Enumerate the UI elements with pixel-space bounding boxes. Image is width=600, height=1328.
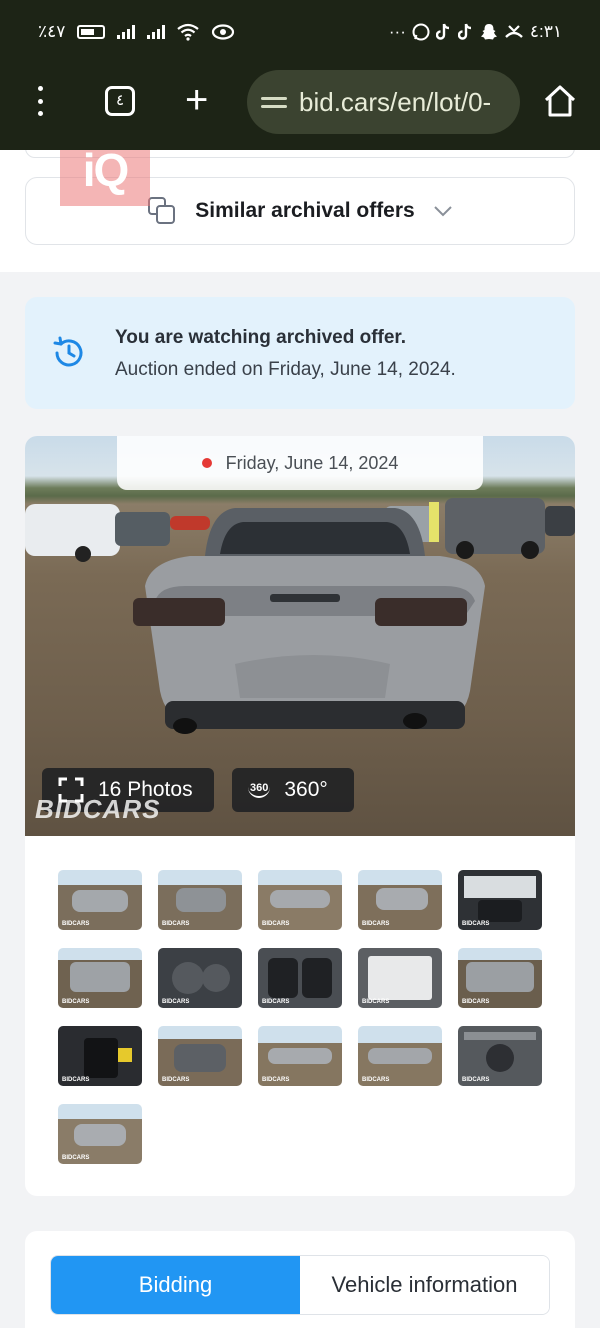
- thumbnail-watermark: BIDCARS: [62, 1077, 90, 1083]
- thumbnail[interactable]: BIDCARS: [458, 948, 542, 1008]
- status-bar: ٪٤٧ ··· ٤:٣١: [0, 0, 600, 68]
- new-tab-icon[interactable]: +: [185, 80, 208, 120]
- snapchat-icon: [480, 24, 497, 40]
- bidcars-watermark: BIDCARS: [35, 794, 161, 824]
- menu-icon[interactable]: [34, 86, 46, 116]
- status-dot: [201, 458, 212, 468]
- archived-offer-notice: You are watching archived offer. Auction…: [25, 297, 575, 409]
- thumbnail[interactable]: BIDCARS: [458, 1026, 542, 1086]
- thumbnail-watermark: BIDCARS: [162, 1077, 190, 1083]
- more-notifications-icon: ···: [388, 22, 406, 41]
- signal-icon: [117, 25, 136, 39]
- history-icon: [53, 336, 83, 367]
- view-360-icon: 360: [248, 782, 271, 798]
- home-icon[interactable]: [543, 84, 577, 118]
- thumbnail[interactable]: BIDCARS: [358, 1026, 442, 1086]
- missed-call-icon: [505, 25, 523, 38]
- main-photo[interactable]: Friday, June 14, 2024 16 Photos 360 360°…: [25, 436, 575, 836]
- thumbnail-watermark: BIDCARS: [262, 921, 290, 927]
- thumbnail[interactable]: BIDCARS: [158, 948, 242, 1008]
- thumbnail-watermark: BIDCARS: [162, 921, 190, 927]
- thumbnail[interactable]: BIDCARS: [158, 1026, 242, 1086]
- thumbnail-watermark: BIDCARS: [162, 999, 190, 1005]
- clock: ٤:٣١: [529, 22, 562, 41]
- thumbnail-watermark: BIDCARS: [262, 999, 290, 1005]
- thumbnail-watermark: BIDCARS: [462, 921, 490, 927]
- thumbnail-watermark: BIDCARS: [62, 999, 90, 1005]
- site-settings-icon[interactable]: [261, 96, 287, 108]
- battery-icon: [77, 25, 106, 39]
- thumbnail-watermark: BIDCARS: [62, 1155, 90, 1161]
- status-right: ··· ٤:٣١: [389, 22, 562, 42]
- battery-percent: ٪٤٧: [38, 22, 66, 41]
- copy-icon: [148, 197, 176, 224]
- thumbnail-watermark: BIDCARS: [462, 999, 490, 1005]
- tab-switcher-button[interactable]: ٤: [105, 86, 135, 116]
- address-bar[interactable]: bid.cars/en/lot/0-: [247, 70, 520, 134]
- thumbnail-watermark: BIDCARS: [462, 1077, 490, 1083]
- view-360-label: 360°: [284, 778, 328, 801]
- thumbnail-watermark: BIDCARS: [362, 921, 390, 927]
- iq-watermark-logo: iQ: [60, 150, 150, 206]
- wifi-icon: [177, 23, 200, 41]
- thumbnail[interactable]: BIDCARS: [358, 948, 442, 1008]
- similar-section: Similar archival offers iQ: [0, 150, 600, 272]
- thumbnail[interactable]: BIDCARS: [358, 870, 442, 930]
- thumbnail-watermark: BIDCARS: [362, 999, 390, 1005]
- auction-date: Friday, June 14, 2024: [225, 452, 399, 473]
- view-360-button[interactable]: 360 360°: [232, 768, 354, 812]
- thumbnail-watermark: BIDCARS: [62, 921, 90, 927]
- thumbnail[interactable]: BIDCARS: [58, 870, 142, 930]
- thumbnail[interactable]: BIDCARS: [58, 948, 142, 1008]
- notice-subtitle: Auction ended on Friday, June 14, 2024.: [115, 359, 456, 380]
- thumbnail[interactable]: BIDCARS: [158, 870, 242, 930]
- tab-vehicle-information[interactable]: Vehicle information: [300, 1256, 549, 1314]
- thumbnail[interactable]: BIDCARS: [258, 948, 342, 1008]
- url-text: bid.cars/en/lot/0-: [299, 86, 492, 117]
- details-tabs: Bidding Vehicle information: [50, 1255, 550, 1315]
- thumbnail[interactable]: BIDCARS: [58, 1104, 142, 1164]
- thumbnail[interactable]: BIDCARS: [258, 870, 342, 930]
- photo-gallery: Friday, June 14, 2024 16 Photos 360 360°…: [25, 436, 575, 1196]
- whatsapp-icon: [412, 23, 430, 41]
- notice-title: You are watching archived offer.: [115, 327, 407, 348]
- eye-icon: [212, 24, 235, 40]
- auction-date-pill: Friday, June 14, 2024: [117, 436, 483, 490]
- browser-toolbar: ٤ + bid.cars/en/lot/0-: [0, 68, 600, 150]
- thumbnail[interactable]: BIDCARS: [258, 1026, 342, 1086]
- thumbnail-watermark: BIDCARS: [262, 1077, 290, 1083]
- chevron-down-icon: [434, 206, 452, 217]
- thumbnail-watermark: BIDCARS: [362, 1077, 390, 1083]
- thumbnail[interactable]: BIDCARS: [58, 1026, 142, 1086]
- tiktok-icon-2: [457, 23, 471, 40]
- similar-offers-label: Similar archival offers: [195, 199, 415, 222]
- page-content: Similar archival offers iQ You are watch…: [0, 150, 600, 1328]
- details-tabs-section: Bidding Vehicle information: [25, 1231, 575, 1328]
- tiktok-icon: [435, 23, 449, 40]
- signal-icon-2: [147, 25, 166, 39]
- status-left: ٪٤٧: [38, 22, 235, 42]
- thumbnail[interactable]: BIDCARS: [458, 870, 542, 930]
- tab-bidding[interactable]: Bidding: [51, 1256, 300, 1314]
